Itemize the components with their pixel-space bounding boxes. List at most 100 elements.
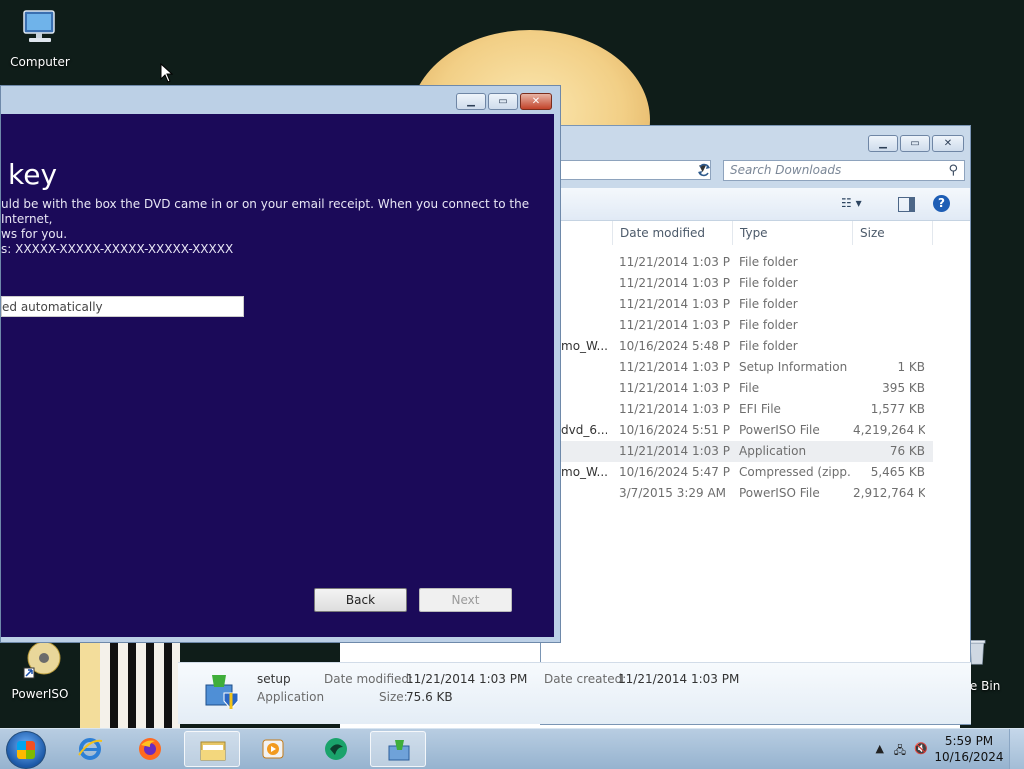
refresh-icon[interactable] <box>691 160 717 180</box>
minimize-button[interactable]: ▁ <box>456 93 486 110</box>
next-button[interactable]: Next <box>419 588 512 612</box>
file-row[interactable]: 11/21/2014 1:03 PM File folder <box>541 294 933 315</box>
file-row[interactable]: mo_W... 10/16/2024 5:47 PM Compressed (z… <box>541 462 933 483</box>
minimize-button[interactable]: ▁ <box>868 135 898 152</box>
help-icon[interactable]: ? <box>933 195 950 212</box>
setup-app-icon <box>205 675 239 710</box>
show-desktop-button[interactable] <box>1009 729 1024 769</box>
file-row[interactable]: 11/21/2014 1:03 PM File folder <box>541 252 933 273</box>
poweriso-icon <box>23 641 61 679</box>
file-type: Setup Information <box>739 360 848 374</box>
file-type: Compressed (zipp... <box>739 465 851 479</box>
details-date-modified: 11/21/2014 1:03 PM <box>406 672 528 686</box>
file-size: 395 KB <box>882 381 925 395</box>
file-size: 76 KB <box>889 444 925 458</box>
file-row[interactable]: 11/21/2014 1:03 PM File folder <box>541 315 933 336</box>
desktop-icon-computer[interactable]: Computer <box>0 8 80 69</box>
folder-icon <box>200 741 226 761</box>
file-row[interactable]: mo_W... 10/16/2024 5:48 PM File folder <box>541 336 933 357</box>
taskbar-internet-explorer[interactable] <box>62 731 118 767</box>
explorer-window[interactable]: ▁ ▭ ✕ ▼ Search Downloads ⚲ ☷ ▾ ? Date mo… <box>540 125 971 725</box>
file-size: 1,577 KB <box>870 402 925 416</box>
column-header-date-modified[interactable]: Date modified <box>613 221 733 245</box>
file-name: dvd_6... <box>561 423 607 437</box>
internet-explorer-icon <box>78 738 103 760</box>
product-key-input[interactable]: ed automatically <box>1 296 244 317</box>
close-icon: ✕ <box>943 137 953 149</box>
file-date: 11/21/2014 1:03 PM <box>619 318 731 332</box>
file-type: File folder <box>739 276 798 290</box>
file-row[interactable]: 11/21/2014 1:03 PM File folder <box>541 273 933 294</box>
media-player-icon <box>262 739 284 759</box>
details-file-name: setup <box>257 672 291 686</box>
file-date: 11/21/2014 1:03 PM <box>619 276 731 290</box>
volume-muted-icon[interactable]: 🔇 <box>914 742 928 755</box>
search-input[interactable]: Search Downloads ⚲ <box>723 160 965 181</box>
start-button[interactable] <box>6 731 46 769</box>
explorer-caption-buttons: ▁ ▭ ✕ <box>868 135 964 152</box>
page-title: key <box>8 158 58 191</box>
address-bar[interactable]: ▼ <box>541 160 711 180</box>
taskbar-setup[interactable] <box>370 731 426 767</box>
taskbar: ▲ 🖧 🔇 5:59 PM 10/16/2024 <box>0 728 1024 769</box>
close-button[interactable]: ✕ <box>932 135 964 152</box>
file-type: File folder <box>739 297 798 311</box>
file-row[interactable]: 11/21/2014 1:03 PM File 395 KB <box>541 378 933 399</box>
show-hidden-icons-button[interactable]: ▲ <box>876 742 884 755</box>
close-icon: ✕ <box>531 95 541 107</box>
firefox-icon <box>139 738 161 760</box>
file-row[interactable]: 3/7/2015 3:29 AM PowerISO File 2,912,764… <box>541 483 933 504</box>
setup-caption-buttons: ▁ ▭ ✕ <box>456 93 552 110</box>
file-date: 10/16/2024 5:48 PM <box>619 339 731 353</box>
setup-icon <box>388 740 410 761</box>
file-row[interactable]: 11/21/2014 1:03 PM EFI File 1,577 KB <box>541 399 933 420</box>
file-row[interactable]: 11/21/2014 1:03 PM Setup Information 1 K… <box>541 357 933 378</box>
network-icon[interactable]: 🖧 <box>894 742 906 761</box>
clock-date: 10/16/2024 <box>934 750 1004 764</box>
taskbar-file-explorer[interactable] <box>184 731 240 767</box>
preview-pane-button[interactable] <box>898 197 915 212</box>
search-placeholder: Search Downloads <box>730 163 842 177</box>
product-key-description: uld be with the box the DVD came in or o… <box>1 197 541 242</box>
mouse-cursor-icon <box>160 63 174 83</box>
maximize-icon: ▭ <box>498 95 508 107</box>
search-icon[interactable]: ⚲ <box>948 163 958 178</box>
minimize-icon: ▁ <box>879 137 887 149</box>
file-row[interactable]: dvd_6... 10/16/2024 5:51 PM PowerISO Fil… <box>541 420 933 441</box>
taskbar-media-player[interactable] <box>245 731 301 767</box>
details-date-created: 11/21/2014 1:03 PM <box>618 672 740 686</box>
file-date: 11/21/2014 1:03 PM <box>619 444 731 458</box>
clock-time: 5:59 PM <box>944 734 994 748</box>
maximize-button[interactable]: ▭ <box>900 135 930 152</box>
taskbar-firefox[interactable] <box>122 731 178 767</box>
change-view-button[interactable]: ☷ ▾ <box>841 196 862 210</box>
file-row-selected[interactable]: 11/21/2014 1:03 PM Application 76 KB <box>541 441 933 462</box>
column-header-type[interactable]: Type <box>733 221 853 245</box>
column-header-size[interactable]: Size <box>853 221 933 245</box>
close-button[interactable]: ✕ <box>520 93 552 110</box>
product-key-example: s: XXXXX-XXXXX-XXXXX-XXXXX-XXXXX <box>1 242 234 256</box>
details-file-kind: Application <box>257 690 325 704</box>
green-app-icon <box>325 738 347 760</box>
maximize-icon: ▭ <box>910 137 920 149</box>
file-date: 10/16/2024 5:47 PM <box>619 465 731 479</box>
maximize-button[interactable]: ▭ <box>488 93 518 110</box>
file-type: File folder <box>739 339 798 353</box>
desktop-icon-poweriso[interactable]: PowerISO <box>0 640 80 701</box>
file-type: File <box>739 381 760 395</box>
file-date: 11/21/2014 1:03 PM <box>619 402 731 416</box>
system-clock[interactable]: 5:59 PM 10/16/2024 <box>934 733 1004 765</box>
file-size: 5,465 KB <box>870 465 925 479</box>
windows-setup-window[interactable]: ▁ ▭ ✕ key uld be with the box the DVD ca… <box>0 85 561 643</box>
minimize-icon: ▁ <box>467 95 475 107</box>
description-line: uld be with the box the DVD came in or o… <box>1 197 530 226</box>
file-date: 11/21/2014 1:03 PM <box>619 255 731 269</box>
back-button[interactable]: Back <box>314 588 407 612</box>
taskbar-app-green[interactable] <box>308 731 364 767</box>
file-list: Date modified Type Size 11/21/2014 1:03 … <box>541 221 970 663</box>
file-date: 11/21/2014 1:03 PM <box>619 360 731 374</box>
file-type: File folder <box>739 318 798 332</box>
file-date: 11/21/2014 1:03 PM <box>619 381 731 395</box>
file-date: 3/7/2015 3:29 AM <box>619 486 727 500</box>
desktop-icon-label: Computer <box>10 55 70 69</box>
